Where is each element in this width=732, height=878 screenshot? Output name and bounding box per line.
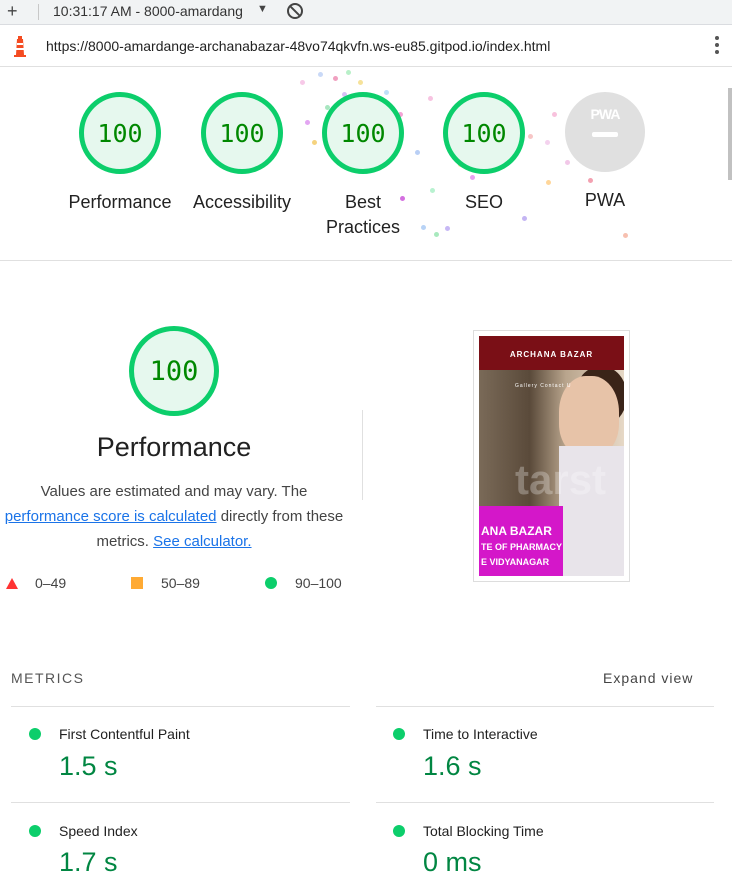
url-text[interactable]: https://8000-amardange-archanabazar-48vo…	[46, 38, 550, 54]
performance-main-score: 100	[129, 326, 219, 416]
thumb-line-2: TE OF PHARMACY	[481, 542, 562, 552]
fail-triangle-icon	[6, 578, 18, 589]
accessibility-label: Accessibility	[192, 192, 292, 212]
metric-label-tbt: Total Blocking Time	[423, 823, 544, 839]
seo-label: SEO	[464, 192, 503, 212]
metric-value-si: 1.7 s	[59, 847, 118, 877]
see-calculator-link[interactable]: See calculator.	[153, 533, 251, 550]
metric-value-tti: 1.6 s	[423, 751, 482, 781]
metrics-heading: METRICS	[11, 670, 85, 686]
thumb-banner: ANA BAZAR TE OF PHARMACY E VIDYANAGAR	[479, 506, 563, 576]
seo-gauge[interactable]: 100 SEO	[424, 92, 544, 215]
performance-title: Performance	[96, 432, 252, 462]
metric-value-fcp: 1.5 s	[59, 751, 118, 781]
thumb-watermark: tarst	[515, 456, 607, 503]
metric-divider	[11, 802, 350, 803]
best-practices-label-line1: Best	[344, 192, 382, 212]
desc-text-1: Values are estimated and may vary. The	[40, 483, 308, 500]
best-practices-score: 100	[322, 92, 404, 174]
best-practices-label: Best Practices	[303, 190, 423, 240]
vertical-divider	[362, 410, 363, 500]
metric-divider	[11, 706, 350, 707]
average-square-icon	[131, 577, 143, 589]
pass-circle-icon	[265, 577, 277, 589]
best-practices-gauge[interactable]: 100 Best Practices	[303, 92, 423, 240]
thumb-line-1: ANA BAZAR	[481, 524, 552, 538]
block-icon[interactable]	[287, 3, 303, 19]
section-divider	[0, 260, 732, 261]
tab-strip: + 10:31:17 AM - 8000-amardang ▼	[0, 0, 732, 25]
best-practices-label-line2: Practices	[325, 217, 401, 237]
metric-label-fcp: First Contentful Paint	[59, 726, 190, 742]
desc-text-3: metrics.	[96, 533, 149, 550]
thumb-site-title: ARCHANA BAZAR	[509, 350, 594, 359]
pass-circle-icon	[393, 825, 405, 837]
legend-pass: 90–100	[295, 575, 342, 591]
lighthouse-icon	[14, 36, 26, 57]
pass-circle-icon	[29, 825, 41, 837]
final-screenshot[interactable]: ARCHANA BAZAR Gallery Contact U tarst AN…	[479, 336, 624, 576]
pwa-label: PWA	[584, 190, 626, 210]
expand-view-button[interactable]: Expand view	[603, 670, 693, 686]
performance-score-link[interactable]: performance score is calculated	[5, 508, 217, 525]
performance-score: 100	[79, 92, 161, 174]
pwa-badge-icon: PWA	[565, 92, 645, 172]
pwa-dash-icon	[592, 132, 618, 137]
accessibility-score: 100	[201, 92, 283, 174]
pwa-gauge[interactable]: PWA PWA	[545, 92, 665, 213]
seo-score: 100	[443, 92, 525, 174]
desc-text-2: directly from these	[220, 508, 344, 525]
legend-fail: 0–49	[35, 575, 67, 591]
performance-label: Performance	[68, 192, 172, 212]
address-bar: https://8000-amardange-archanabazar-48vo…	[0, 25, 732, 67]
tab-separator	[38, 4, 39, 20]
pwa-badge-text: PWA	[590, 106, 621, 122]
thumb-header: ARCHANA BAZAR	[479, 336, 624, 370]
metric-divider	[376, 802, 714, 803]
tab-title[interactable]: 10:31:17 AM - 8000-amardang	[53, 3, 243, 19]
performance-gauge[interactable]: 100 Performance	[60, 92, 180, 215]
pass-circle-icon	[29, 728, 41, 740]
pass-circle-icon	[393, 728, 405, 740]
metric-label-si: Speed Index	[59, 823, 138, 839]
chevron-down-icon[interactable]: ▼	[257, 3, 268, 15]
metric-label-tti: Time to Interactive	[423, 726, 538, 742]
new-tab-button[interactable]: +	[7, 0, 18, 22]
metric-value-tbt: 0 ms	[423, 847, 482, 877]
accessibility-gauge[interactable]: 100 Accessibility	[182, 92, 302, 215]
scrollbar[interactable]	[728, 88, 732, 180]
performance-description: Values are estimated and may vary. The p…	[0, 479, 348, 554]
metric-divider	[376, 706, 714, 707]
thumb-line-3: E VIDYANAGAR	[481, 557, 550, 567]
more-options-icon[interactable]	[714, 36, 720, 58]
thumb-nav: Gallery Contact U	[515, 383, 572, 389]
legend-average: 50–89	[161, 575, 200, 591]
